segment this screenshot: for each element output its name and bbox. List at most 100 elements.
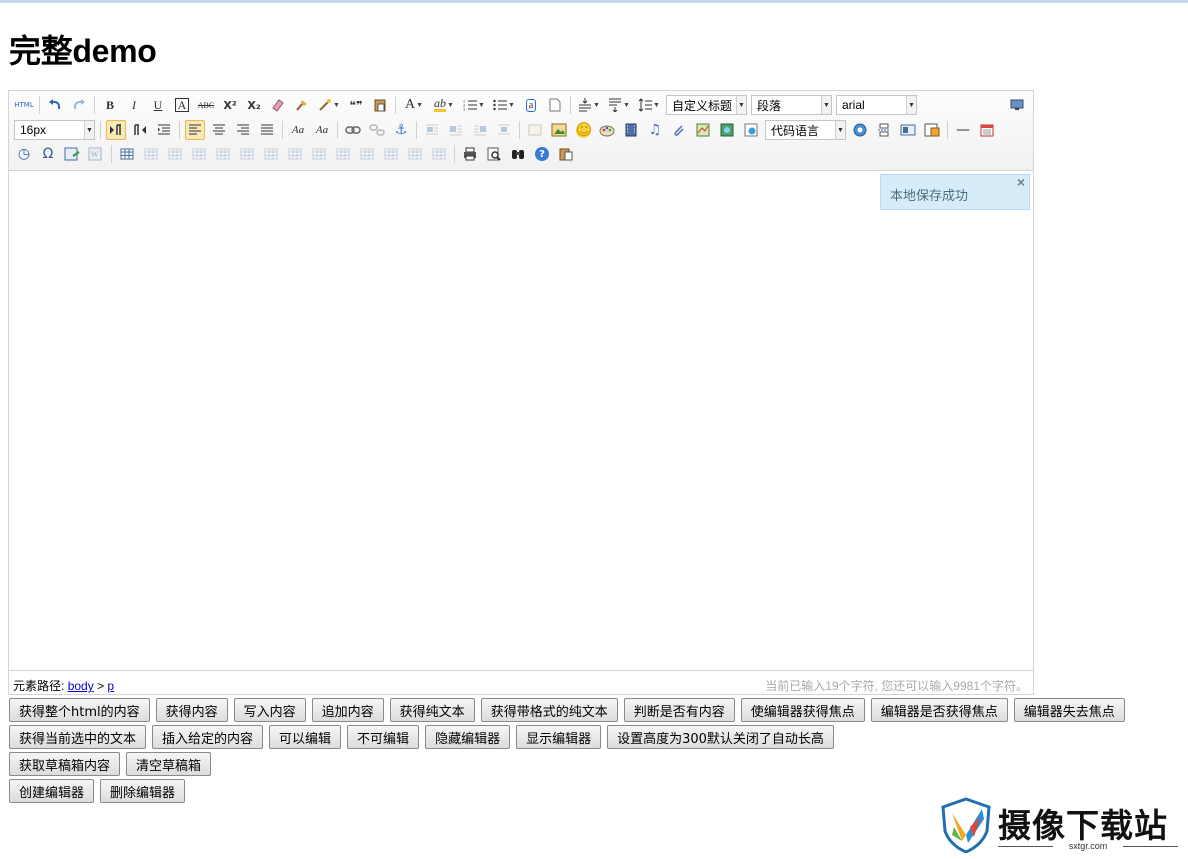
demo-button[interactable]: 获取草稿箱内容 (9, 752, 121, 776)
print-icon[interactable] (460, 144, 480, 164)
unordered-list-icon[interactable]: ▼ (491, 95, 517, 115)
demo-button[interactable]: 获得整个html的内容 (9, 698, 150, 722)
word-paste-icon[interactable]: W (86, 144, 106, 164)
demo-button[interactable]: 编辑器是否获得焦点 (870, 698, 1008, 722)
simple-upload-icon[interactable] (525, 120, 545, 140)
preview-icon[interactable] (484, 144, 504, 164)
insert-image-icon[interactable] (549, 120, 569, 140)
align-left-icon[interactable] (185, 120, 205, 140)
strikethrough-icon[interactable]: ABC (196, 95, 216, 115)
unlink-icon[interactable] (367, 120, 387, 140)
emotion-icon[interactable]: ☺ (573, 120, 593, 140)
lowercase-icon[interactable]: Aa (312, 120, 332, 140)
code-language-select[interactable]: 代码语言 ▼ (765, 120, 846, 140)
demo-button[interactable]: 编辑器失去焦点 (1013, 698, 1125, 722)
close-icon[interactable]: × (1017, 174, 1025, 190)
delete-row-icon[interactable] (213, 144, 233, 164)
undo-icon[interactable] (45, 95, 65, 115)
row-spacing-bottom-icon[interactable]: ▼ (606, 95, 632, 115)
insert-paragraph-before-table-icon[interactable] (165, 144, 185, 164)
clear-document-icon[interactable] (545, 95, 565, 115)
rtl-direction-icon[interactable] (130, 120, 150, 140)
horizontal-rule-icon[interactable]: — (953, 120, 973, 140)
demo-button[interactable]: 创建编辑器 (9, 779, 95, 803)
subscript-icon[interactable]: X₂ (244, 95, 264, 115)
demo-button[interactable]: 写入内容 (233, 698, 306, 722)
font-family-select[interactable]: arial ▼ (836, 95, 917, 115)
demo-button[interactable]: 获得带格式的纯文本 (480, 698, 618, 722)
chart-icon[interactable] (429, 144, 449, 164)
wordimage-icon[interactable] (62, 144, 82, 164)
demo-button[interactable]: 获得内容 (155, 698, 228, 722)
music-icon[interactable]: ♫ (645, 120, 665, 140)
demo-button[interactable]: 可以编辑 (269, 725, 342, 749)
scrawl-icon[interactable] (597, 120, 617, 140)
drafts-icon[interactable] (556, 144, 576, 164)
image-none-icon[interactable] (422, 120, 442, 140)
attachment-icon[interactable] (669, 120, 689, 140)
font-border-icon[interactable]: A (172, 95, 192, 115)
demo-button[interactable]: 不可编辑 (347, 725, 420, 749)
special-chars-icon[interactable]: Ω (38, 144, 58, 164)
font-size-select[interactable]: 16px ▼ (14, 120, 95, 140)
web-app-icon[interactable] (850, 120, 870, 140)
link-icon[interactable] (343, 120, 363, 140)
demo-button[interactable]: 设置高度为300默认关闭了自动长高 (607, 725, 834, 749)
split-to-rows-icon[interactable] (381, 144, 401, 164)
merge-cells-icon[interactable] (285, 144, 305, 164)
help-icon[interactable]: ? (532, 144, 552, 164)
superscript-icon[interactable]: X² (220, 95, 240, 115)
source-code-icon[interactable]: HTML (14, 95, 34, 115)
demo-button[interactable]: 获得当前选中的文本 (9, 725, 147, 749)
select-all-icon[interactable]: a (521, 95, 541, 115)
paste-plain-icon[interactable] (370, 95, 390, 115)
italic-icon[interactable]: I (124, 95, 144, 115)
format-brush-icon[interactable] (292, 95, 312, 115)
uppercase-icon[interactable]: Aa (288, 120, 308, 140)
path-link-p[interactable]: p (107, 679, 114, 693)
row-spacing-top-icon[interactable]: ▼ (576, 95, 602, 115)
auto-typeset-icon[interactable]: ▼ (316, 95, 342, 115)
line-height-icon[interactable]: ▼ (636, 95, 662, 115)
time-icon[interactable]: ◷ (14, 144, 34, 164)
anchor-icon[interactable]: ⚓ (391, 120, 411, 140)
path-link-body[interactable]: body (68, 679, 94, 693)
demo-button[interactable]: 删除编辑器 (100, 779, 186, 803)
insert-row-icon[interactable] (189, 144, 209, 164)
indent-icon[interactable] (154, 120, 174, 140)
ltr-direction-icon[interactable] (106, 120, 126, 140)
demo-button[interactable]: 隐藏编辑器 (425, 725, 511, 749)
insert-table-icon[interactable] (117, 144, 137, 164)
align-justify-icon[interactable] (257, 120, 277, 140)
image-left-icon[interactable] (446, 120, 466, 140)
fullscreen-icon[interactable] (1007, 95, 1027, 115)
demo-button[interactable]: 追加内容 (311, 698, 384, 722)
align-right-icon[interactable] (233, 120, 253, 140)
split-to-cols-icon[interactable] (405, 144, 425, 164)
background-icon[interactable] (922, 120, 942, 140)
insert-frame-icon[interactable] (741, 120, 761, 140)
demo-button[interactable]: 插入给定的内容 (152, 725, 264, 749)
demo-button[interactable]: 使编辑器获得焦点 (740, 698, 865, 722)
blockquote-icon[interactable]: ❝❞ (346, 95, 366, 115)
google-map-icon[interactable] (717, 120, 737, 140)
merge-down-icon[interactable] (333, 144, 353, 164)
template-icon[interactable] (898, 120, 918, 140)
delete-table-icon[interactable] (141, 144, 161, 164)
demo-button[interactable]: 清空草稿箱 (126, 752, 212, 776)
image-right-icon[interactable] (470, 120, 490, 140)
merge-right-icon[interactable] (309, 144, 329, 164)
eraser-icon[interactable] (268, 95, 288, 115)
editor-content-area[interactable]: 本地保存成功 × (9, 172, 1033, 670)
font-color-icon[interactable]: A ▼ (401, 95, 427, 115)
align-center-icon[interactable] (209, 120, 229, 140)
delete-col-icon[interactable] (261, 144, 281, 164)
custom-title-select[interactable]: 自定义标题 ▼ (666, 95, 747, 115)
underline-icon[interactable]: U (148, 95, 168, 115)
demo-button[interactable]: 判断是否有内容 (623, 698, 735, 722)
ordered-list-icon[interactable]: 1 2 3 ▼ (461, 95, 487, 115)
bold-icon[interactable]: B (100, 95, 120, 115)
insert-col-icon[interactable] (237, 144, 257, 164)
background-color-icon[interactable]: ab ▼ (431, 95, 457, 115)
split-to-cells-icon[interactable] (357, 144, 377, 164)
